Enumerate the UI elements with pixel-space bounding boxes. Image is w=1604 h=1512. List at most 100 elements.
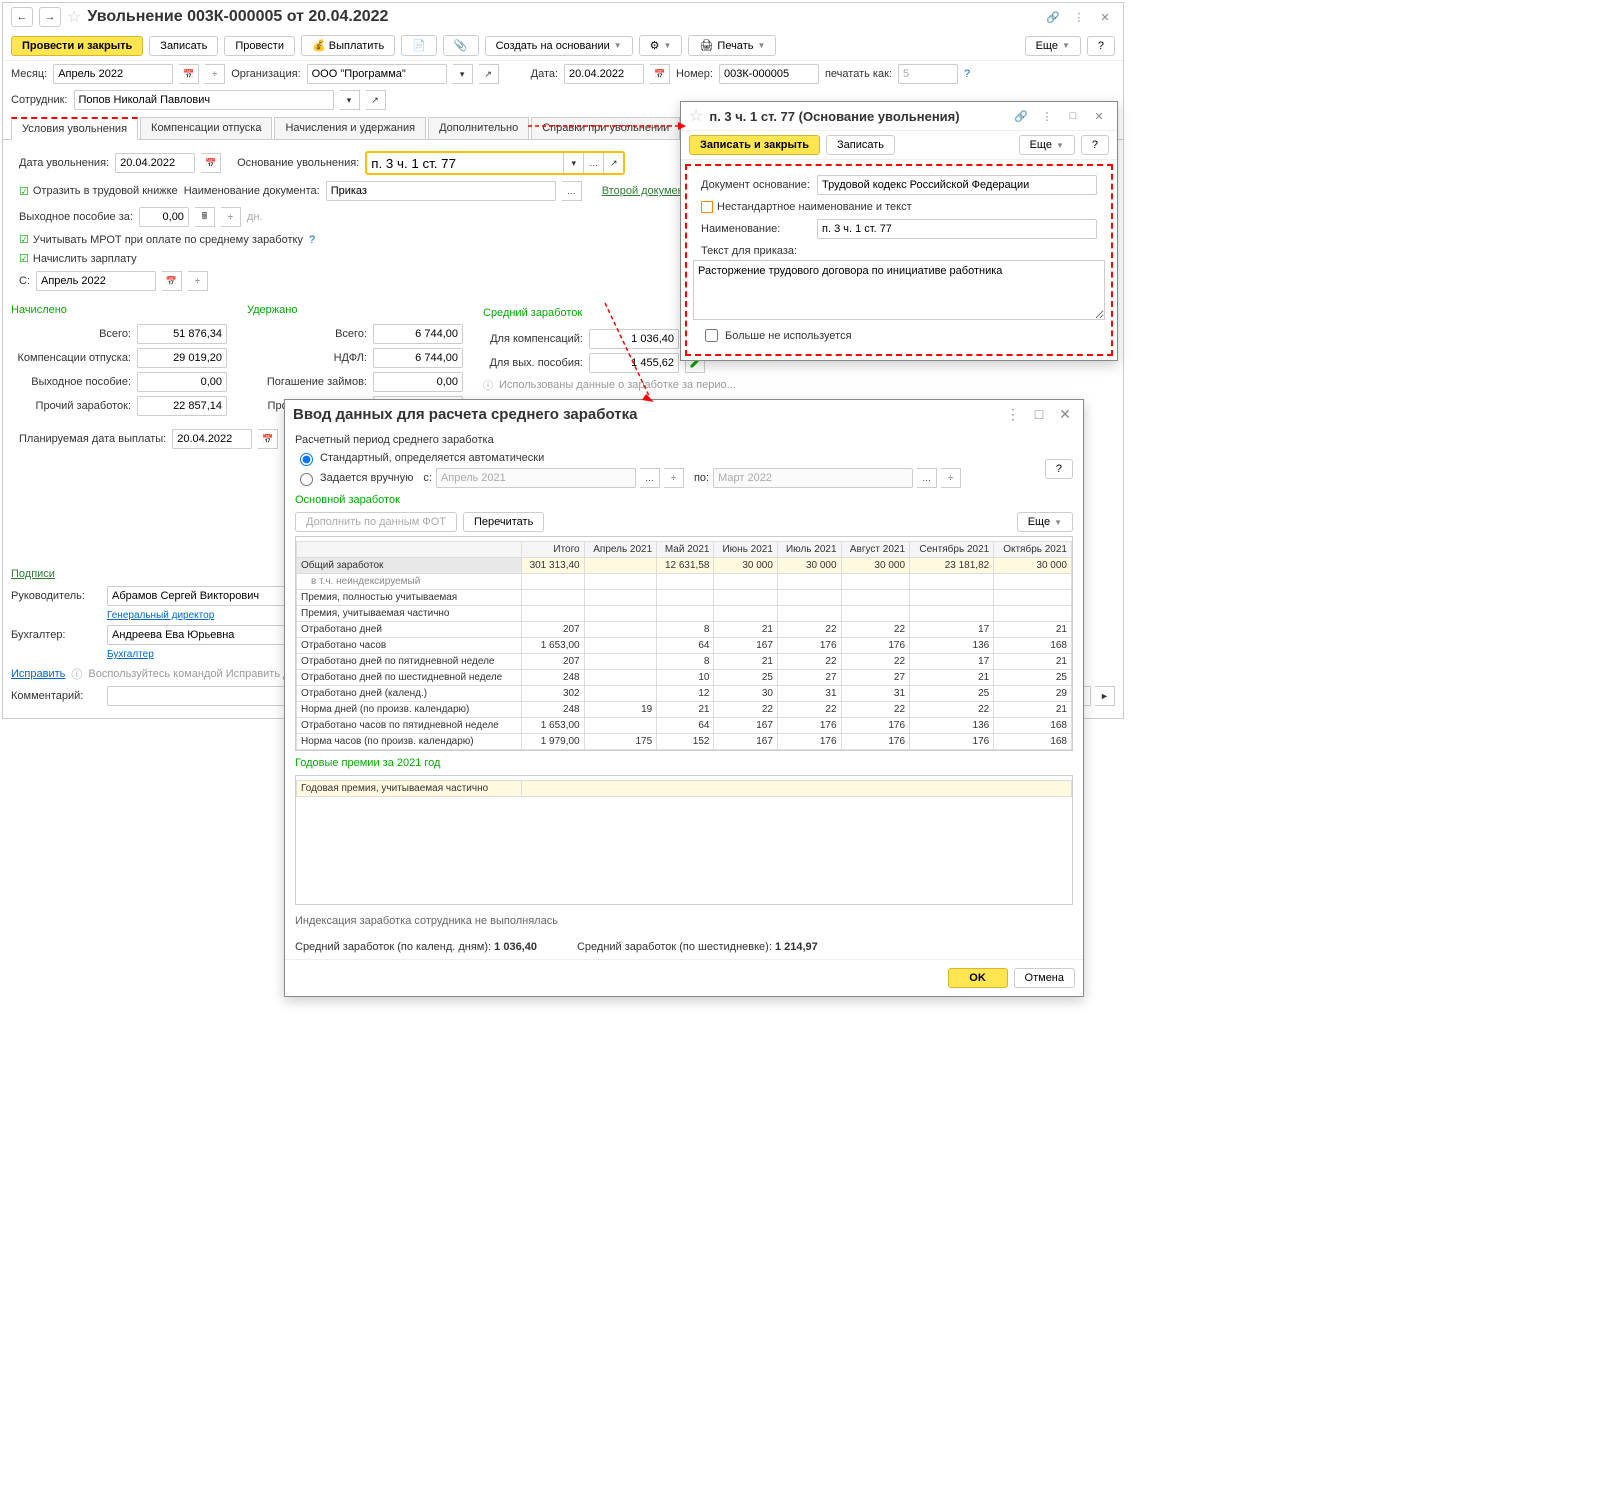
doc-basis-input[interactable] bbox=[817, 175, 1097, 195]
tab-vacation-comp[interactable]: Компенсации отпуска bbox=[140, 117, 272, 139]
acc-input[interactable] bbox=[107, 625, 307, 645]
annual-bonus-table[interactable]: Годовая премия, учитываемая частично bbox=[296, 780, 1072, 797]
from-calendar-icon[interactable]: 📅 bbox=[162, 271, 182, 291]
close-icon[interactable]: ✕ bbox=[1095, 7, 1115, 27]
salary-checkbox[interactable]: ☑Начислить зарплату bbox=[19, 252, 137, 265]
manual-radio[interactable]: Задается вручную с: … ÷ по: … ÷ bbox=[295, 468, 961, 488]
month-input[interactable] bbox=[53, 64, 173, 84]
total-withheld-input[interactable] bbox=[373, 324, 463, 344]
doc-name-dots-icon[interactable]: … bbox=[562, 181, 582, 201]
forward-button[interactable]: → bbox=[39, 7, 61, 27]
reason-dots-icon[interactable]: … bbox=[583, 153, 603, 173]
popup1-star-icon[interactable]: ☆ bbox=[689, 106, 703, 126]
doc-name-input[interactable] bbox=[326, 181, 556, 201]
total-accrued-input[interactable] bbox=[137, 324, 227, 344]
number-input[interactable] bbox=[719, 64, 819, 84]
help-button[interactable]: ? bbox=[1087, 36, 1115, 56]
order-text-input[interactable] bbox=[693, 260, 1105, 320]
vacation-comp-input[interactable] bbox=[137, 348, 227, 368]
severance-pay-label: Выходное пособие: bbox=[11, 376, 131, 388]
popup1-link-icon[interactable]: 🔗 bbox=[1011, 106, 1031, 126]
org-open-icon[interactable]: ↗ bbox=[479, 64, 499, 84]
back-button[interactable]: ← bbox=[11, 7, 33, 27]
total-withheld-label: Всего: bbox=[247, 328, 367, 340]
popup1-name-input[interactable] bbox=[817, 219, 1097, 239]
popup2-more-button[interactable]: Еще▼ bbox=[1017, 512, 1073, 532]
employee-input[interactable] bbox=[74, 90, 334, 110]
post-button[interactable]: Провести bbox=[224, 36, 295, 56]
loan-input[interactable] bbox=[373, 372, 463, 392]
tab-conditions[interactable]: Условия увольнения bbox=[11, 117, 138, 140]
popup1-help-button[interactable]: ? bbox=[1081, 135, 1109, 155]
cancel-button[interactable]: Отмена bbox=[1014, 968, 1075, 988]
popup2-max-icon[interactable]: □ bbox=[1029, 404, 1049, 424]
tab-accruals[interactable]: Начисления и удержания bbox=[274, 117, 426, 139]
menu-icon[interactable]: ⋮ bbox=[1069, 7, 1089, 27]
fix-link[interactable]: Исправить bbox=[11, 668, 65, 680]
link-icon[interactable]: 🔗 bbox=[1043, 7, 1063, 27]
print-as-help[interactable]: ? bbox=[964, 68, 970, 80]
mrot-help[interactable]: ? bbox=[309, 234, 315, 246]
recalc-button[interactable]: Перечитать bbox=[463, 512, 544, 532]
ok-button[interactable]: OK bbox=[948, 968, 1008, 988]
nonstd-checkbox[interactable]: Нестандартное наименование и текст bbox=[701, 201, 912, 213]
date-input[interactable] bbox=[564, 64, 644, 84]
date-calendar-icon[interactable]: 📅 bbox=[650, 64, 670, 84]
severance-stepper[interactable]: ÷ bbox=[221, 207, 241, 227]
popup2-close-icon[interactable]: ✕ bbox=[1055, 404, 1075, 424]
reason-drop-icon[interactable]: ▾ bbox=[563, 153, 583, 173]
tab-additional[interactable]: Дополнительно bbox=[428, 117, 529, 139]
from-input[interactable] bbox=[36, 271, 156, 291]
more-button[interactable]: Еще▼ bbox=[1025, 36, 1081, 56]
planned-calendar-icon[interactable]: 📅 bbox=[258, 429, 278, 449]
settings-button[interactable]: ⚙▼ bbox=[639, 35, 683, 56]
popup2-more-label: Еще bbox=[1028, 516, 1050, 528]
severance-input[interactable] bbox=[139, 207, 189, 227]
create-based-button[interactable]: Создать на основании▼ bbox=[485, 36, 633, 56]
tab-certificates[interactable]: Справки при увольнении bbox=[531, 117, 680, 139]
nav-right-icon[interactable]: ► bbox=[1095, 686, 1115, 706]
employee-drop-icon[interactable]: ▾ bbox=[340, 90, 360, 110]
popup1-more-button[interactable]: Еще▼ bbox=[1019, 135, 1075, 155]
reason-input[interactable] bbox=[367, 153, 563, 173]
ndfl-input[interactable] bbox=[373, 348, 463, 368]
for-sev-label: Для вых. пособия: bbox=[483, 357, 583, 369]
report-button[interactable]: 📄 bbox=[401, 35, 437, 56]
month-stepper[interactable]: ÷ bbox=[205, 64, 225, 84]
month-calendar-icon[interactable]: 📅 bbox=[179, 64, 199, 84]
earnings-table[interactable]: ИтогоАпрель 2021Май 2021Июнь 2021Июль 20… bbox=[296, 541, 1072, 750]
popup2-title: Ввод данных для расчета среднего заработ… bbox=[293, 406, 637, 423]
dismissal-calendar-icon[interactable]: 📅 bbox=[201, 153, 221, 173]
severance-pay-input[interactable] bbox=[137, 372, 227, 392]
popup1-menu-icon[interactable]: ⋮ bbox=[1037, 106, 1057, 126]
pay-button[interactable]: 💰 Выплатить bbox=[301, 35, 395, 56]
other-earn-input[interactable] bbox=[137, 396, 227, 416]
popup1-save-button[interactable]: Записать bbox=[826, 135, 895, 155]
severance-calc-icon[interactable]: 🖩 bbox=[195, 207, 215, 227]
post-close-button[interactable]: Провести и закрыть bbox=[11, 36, 143, 56]
std-radio[interactable]: Стандартный, определяется автоматически bbox=[295, 450, 961, 466]
reason-open-icon[interactable]: ↗ bbox=[603, 153, 623, 173]
mrot-checkbox[interactable]: ☑Учитывать МРОТ при оплате по среднему з… bbox=[19, 233, 303, 246]
popup1-close-icon[interactable]: ✕ bbox=[1089, 106, 1109, 126]
attach-button[interactable]: 📎 bbox=[443, 35, 479, 56]
for-comp-input[interactable] bbox=[589, 329, 679, 349]
from-stepper[interactable]: ÷ bbox=[188, 271, 208, 291]
popup1-max-icon[interactable]: □ bbox=[1063, 106, 1083, 126]
for-sev-input[interactable] bbox=[589, 353, 679, 373]
org-input[interactable] bbox=[307, 64, 447, 84]
org-drop-icon[interactable]: ▾ bbox=[453, 64, 473, 84]
popup1-save-close-button[interactable]: Записать и закрыть bbox=[689, 135, 820, 155]
planned-date-input[interactable] bbox=[172, 429, 252, 449]
employee-open-icon[interactable]: ↗ bbox=[366, 90, 386, 110]
popup2-help-button[interactable]: ? bbox=[1045, 459, 1073, 479]
star-icon[interactable]: ☆ bbox=[67, 7, 81, 27]
print-button[interactable]: 🖨 Печать▼ bbox=[688, 35, 776, 56]
head-input[interactable] bbox=[107, 586, 307, 606]
not-used-checkbox[interactable]: Больше не используется bbox=[701, 326, 852, 345]
print-as-input[interactable] bbox=[898, 64, 958, 84]
dismissal-date-input[interactable] bbox=[115, 153, 195, 173]
popup2-menu-icon[interactable]: ⋮ bbox=[1003, 404, 1023, 424]
save-button[interactable]: Записать bbox=[149, 36, 218, 56]
reflect-checkbox[interactable]: ☑Отразить в трудовой книжке bbox=[19, 185, 178, 198]
